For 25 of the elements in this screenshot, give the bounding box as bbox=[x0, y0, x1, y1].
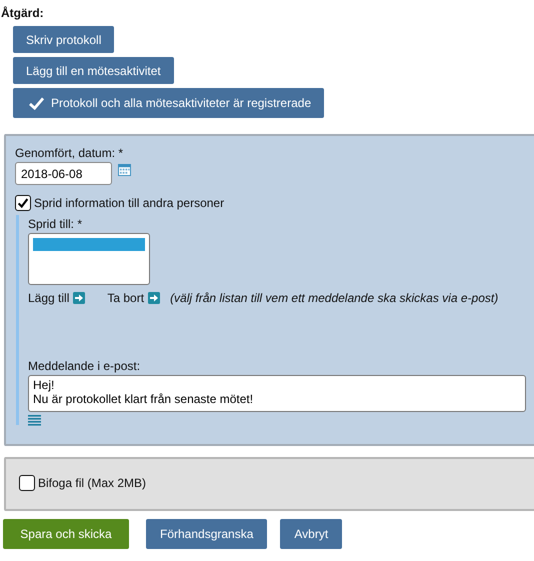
form-button[interactable]: Förhandsgranska bbox=[146, 519, 268, 549]
checkbox[interactable] bbox=[15, 195, 31, 211]
add-link[interactable]: Lägg till bbox=[28, 291, 70, 305]
section-heading: Åtgärd: bbox=[0, 5, 45, 20]
message-field[interactable]: Hej! Nu är protokollet klart från senaste mötet! bbox=[28, 375, 526, 412]
remove-link[interactable]: Ta bort bbox=[107, 291, 144, 305]
action-button[interactable]: Skriv protokoll bbox=[13, 26, 114, 53]
checkbox-label: Bifoga fil (Max 2MB) bbox=[38, 476, 146, 490]
lines-icon[interactable] bbox=[28, 415, 41, 426]
hint-text: (välj från listan till vem ett meddelande ska skickas via e-post) bbox=[170, 291, 498, 305]
recipient-list[interactable] bbox=[28, 233, 150, 285]
field-label: Meddelande i e-post: bbox=[28, 359, 142, 374]
action-button[interactable]: Lägg till en mötesaktivitet bbox=[13, 57, 174, 84]
arrow-right-icon[interactable] bbox=[73, 292, 86, 304]
checkbox[interactable] bbox=[19, 475, 35, 491]
date-field[interactable]: 2018-06-08 bbox=[15, 162, 112, 185]
form-button[interactable]: Avbryt bbox=[280, 519, 342, 549]
calendar-icon[interactable] bbox=[118, 164, 131, 176]
checkbox-label: Sprid information till andra personer bbox=[34, 196, 224, 210]
save-button[interactable]: Spara och skicka bbox=[3, 519, 129, 549]
field-label: Sprid till: * bbox=[28, 217, 84, 232]
field-label: Genomfört, datum: * bbox=[15, 146, 124, 161]
checkmark-icon bbox=[29, 96, 44, 110]
action-button[interactable]: Protokoll och alla mötesaktiviteter är registrerade bbox=[13, 88, 324, 118]
arrow-right-icon[interactable] bbox=[148, 292, 160, 304]
